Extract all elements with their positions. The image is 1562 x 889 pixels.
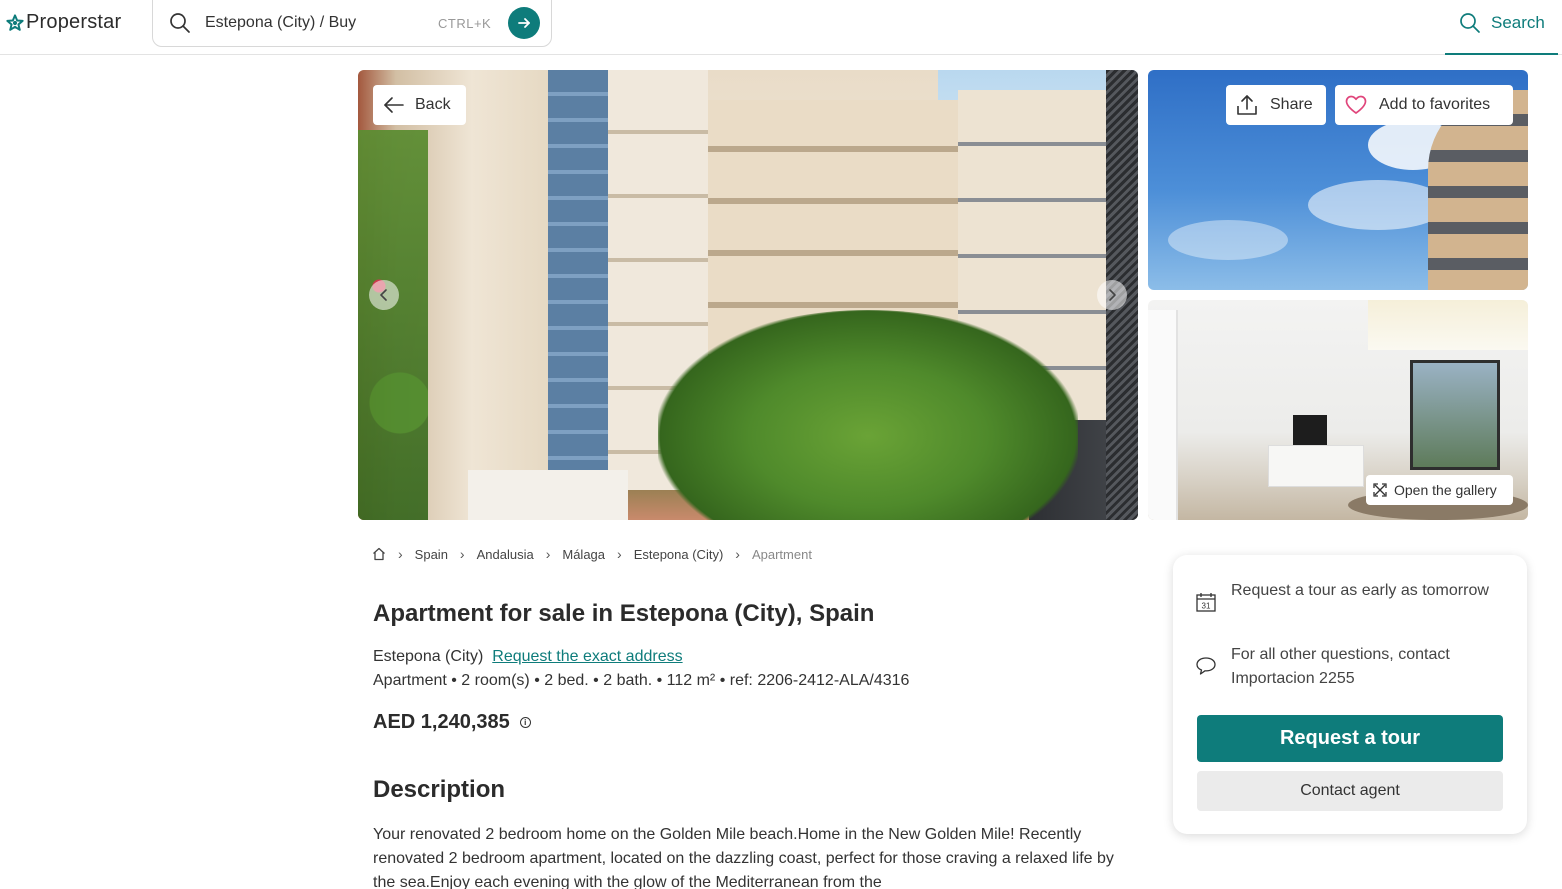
brand-name: Properstar (26, 11, 122, 33)
listing-title: Apartment for sale in Estepona (City), S… (373, 600, 875, 627)
chevron-right-icon (1109, 289, 1116, 301)
heart-icon (1345, 95, 1367, 114)
previous-photo-button[interactable] (369, 280, 399, 310)
arrow-right-icon (518, 18, 530, 28)
request-tour-button[interactable]: Request a tour (1197, 715, 1503, 762)
calendar-day: 31 (1202, 602, 1211, 611)
description-heading: Description (373, 776, 506, 803)
location-line: Estepona (City) Request the exact addres… (373, 648, 683, 666)
share-icon (1237, 95, 1257, 115)
properstar-logo[interactable]: Properstar (6, 11, 121, 34)
search-query-text[interactable]: Estepona (City) / Buy (205, 14, 356, 32)
breadcrumb-current: Apartment (751, 546, 812, 562)
breadcrumb-malaga[interactable]: Málaga (562, 547, 605, 562)
expand-icon (1373, 483, 1387, 497)
chevron-left-icon (380, 289, 387, 301)
contact-card: 31 Request a tour as early as tomorrow F… (1173, 555, 1527, 834)
breadcrumb: › Spain › Andalusia › Málaga › Estepona … (372, 546, 812, 562)
back-button[interactable]: Back (373, 85, 466, 125)
chevron-right-icon: › (398, 546, 403, 562)
calendar-icon: 31 (1196, 593, 1216, 612)
header-search-tab[interactable]: Search (1445, 0, 1558, 55)
share-button[interactable]: Share (1226, 85, 1326, 125)
search-submit-button[interactable] (508, 7, 540, 39)
chevron-right-icon: › (545, 546, 551, 562)
listing-price: AED 1,240,385 (373, 711, 510, 733)
tour-info-row: 31 Request a tour as early as tomorrow (1195, 579, 1495, 613)
breadcrumb-andalusia[interactable]: Andalusia (477, 547, 534, 562)
search-icon (170, 13, 190, 33)
listing-specs: Apartment • 2 room(s) • 2 bed. • 2 bath.… (373, 672, 910, 689)
keyboard-shortcut-hint: CTRL+K (438, 16, 492, 31)
chevron-right-icon: › (459, 546, 465, 562)
breadcrumb-spain[interactable]: Spain (415, 547, 448, 562)
price-row: AED 1,240,385 i (373, 711, 531, 734)
chevron-right-icon: › (617, 546, 622, 562)
search-icon (1460, 13, 1480, 33)
contact-info-row: For all other questions, contact Importa… (1195, 643, 1495, 691)
tour-info-text: Request a tour as early as tomorrow (1231, 582, 1489, 599)
breadcrumb-estepona[interactable]: Estepona (City) (634, 547, 724, 562)
description-text: Your renovated 2 bedroom home on the Gol… (373, 826, 1114, 889)
listing-location: Estepona (City) (373, 648, 484, 665)
contact-agent-button[interactable]: Contact agent (1197, 771, 1503, 811)
home-icon[interactable] (372, 547, 386, 561)
open-gallery-button[interactable]: Open the gallery (1366, 475, 1513, 505)
main-photo[interactable] (358, 70, 1138, 520)
favorites-label: Add to favorites (1379, 96, 1491, 113)
request-exact-address-link[interactable]: Request the exact address (492, 648, 682, 666)
top-header: Properstar Estepona (City) / Buy CTRL+K … (0, 0, 1562, 55)
header-search-label: Search (1491, 13, 1545, 32)
arrow-left-icon (384, 97, 404, 113)
info-icon[interactable]: i (519, 717, 531, 728)
open-gallery-label: Open the gallery (1394, 482, 1497, 498)
location-search-box[interactable]: Estepona (City) / Buy CTRL+K (152, 0, 552, 47)
back-label: Back (415, 96, 451, 113)
star-logo-icon (6, 13, 24, 31)
chevron-right-icon: › (735, 546, 740, 562)
add-to-favorites-button[interactable]: Add to favorites (1335, 85, 1513, 125)
chat-bubble-icon (1196, 657, 1216, 675)
share-label: Share (1270, 96, 1313, 113)
contact-info-text: For all other questions, contact Importa… (1231, 646, 1450, 687)
next-photo-button[interactable] (1097, 280, 1127, 310)
